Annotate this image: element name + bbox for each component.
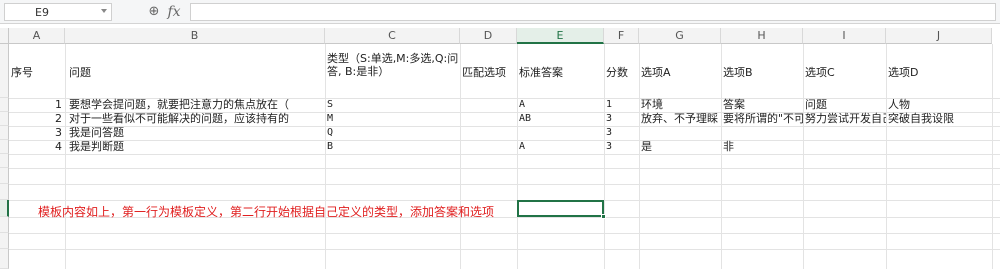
- header-option-a[interactable]: 选项A: [639, 66, 721, 80]
- active-cell-selection[interactable]: [517, 200, 606, 219]
- column-header-c[interactable]: C: [325, 28, 460, 44]
- cell-option-a[interactable]: 放弃、不予理睬: [639, 112, 721, 126]
- header-option-c[interactable]: 选项C: [803, 66, 886, 80]
- cell-question[interactable]: 要想学会提问题，就要把注意力的焦点放在（: [67, 98, 325, 112]
- column-header-j[interactable]: J: [886, 28, 992, 44]
- name-box[interactable]: E9: [4, 3, 112, 21]
- row-header[interactable]: [0, 233, 9, 249]
- cell-seq[interactable]: 1: [9, 98, 65, 112]
- row-header[interactable]: [0, 184, 9, 200]
- row-header[interactable]: [0, 44, 9, 98]
- cell-question[interactable]: 我是问答题: [67, 126, 325, 140]
- cell-option-b[interactable]: 要将所谓的"不可能": [721, 112, 803, 126]
- header-seq[interactable]: 序号: [9, 66, 65, 80]
- cell-reference: E9: [35, 6, 49, 19]
- header-question[interactable]: 问题: [67, 66, 325, 80]
- column-header-e[interactable]: E: [517, 28, 604, 44]
- cell-score[interactable]: 3: [604, 112, 639, 126]
- row-header[interactable]: [0, 140, 9, 154]
- column-header-d[interactable]: D: [460, 28, 517, 44]
- cell-seq[interactable]: 4: [9, 140, 65, 154]
- chevron-down-icon[interactable]: [101, 9, 107, 13]
- cell-option-d[interactable]: 人物: [886, 98, 992, 112]
- cell-seq[interactable]: 2: [9, 112, 65, 126]
- cell-score[interactable]: 1: [604, 98, 639, 112]
- cell-answer[interactable]: AB: [517, 112, 604, 126]
- fx-icon[interactable]: fx: [166, 3, 182, 21]
- cell-option-d[interactable]: 突破自我设限: [886, 112, 992, 126]
- header-option-d[interactable]: 选项D: [886, 66, 992, 80]
- cell-option-b[interactable]: 非: [721, 140, 803, 154]
- column-header-f[interactable]: F: [604, 28, 639, 44]
- row-header[interactable]: [0, 217, 9, 233]
- header-score[interactable]: 分数: [604, 66, 639, 80]
- cell-option-b[interactable]: 答案: [721, 98, 803, 112]
- column-header-g[interactable]: G: [639, 28, 721, 44]
- formula-input[interactable]: [190, 3, 996, 21]
- row-header-selected[interactable]: [0, 200, 9, 217]
- cell-type[interactable]: S: [325, 98, 460, 112]
- cell-answer[interactable]: A: [517, 98, 604, 112]
- column-header-h[interactable]: H: [721, 28, 803, 44]
- cell-option-a[interactable]: 环境: [639, 98, 721, 112]
- cell-answer[interactable]: A: [517, 140, 604, 154]
- row-header[interactable]: [0, 154, 9, 168]
- column-header-i[interactable]: I: [803, 28, 886, 44]
- zoom-icon[interactable]: ⊕: [146, 3, 162, 21]
- column-header-a[interactable]: A: [9, 28, 65, 44]
- cell-question[interactable]: 对于一些看似不可能解决的问题，应该持有的: [67, 112, 325, 126]
- cell-option-c[interactable]: 问题: [803, 98, 886, 112]
- cell-question[interactable]: 我是判断题: [67, 140, 325, 154]
- row-header[interactable]: [0, 112, 9, 126]
- template-note: 模板内容如上，第一行为模板定义，第二行开始根据自己定义的类型，添加答案和选项: [38, 205, 495, 219]
- row-header[interactable]: [0, 168, 9, 184]
- row-header[interactable]: [0, 98, 9, 112]
- header-type[interactable]: 类型（S:单选,M:多选,Q:问答, B:是非）: [325, 52, 460, 78]
- column-header-b[interactable]: B: [65, 28, 325, 44]
- header-match[interactable]: 匹配选项: [460, 66, 517, 80]
- row-header[interactable]: [0, 126, 9, 140]
- cell-score[interactable]: 3: [604, 126, 639, 140]
- select-all-corner[interactable]: [0, 28, 9, 44]
- cell-score[interactable]: 3: [604, 140, 639, 154]
- cell-option-c[interactable]: 努力尝试开发自己: [803, 112, 886, 126]
- header-option-b[interactable]: 选项B: [721, 66, 803, 80]
- cell-option-a[interactable]: 是: [639, 140, 721, 154]
- row-header[interactable]: [0, 249, 9, 269]
- cell-type[interactable]: Q: [325, 126, 460, 140]
- cell-seq[interactable]: 3: [9, 126, 65, 140]
- spreadsheet-grid[interactable]: A B C D E F G H I J 序号 问题 类型（S:单选,M:多选,Q…: [0, 28, 1000, 269]
- header-answer[interactable]: 标准答案: [517, 66, 604, 80]
- cell-type[interactable]: B: [325, 140, 460, 154]
- cell-type[interactable]: M: [325, 112, 460, 126]
- fill-handle[interactable]: [601, 214, 606, 219]
- formula-bar: E9 ⊕ fx: [0, 0, 1000, 24]
